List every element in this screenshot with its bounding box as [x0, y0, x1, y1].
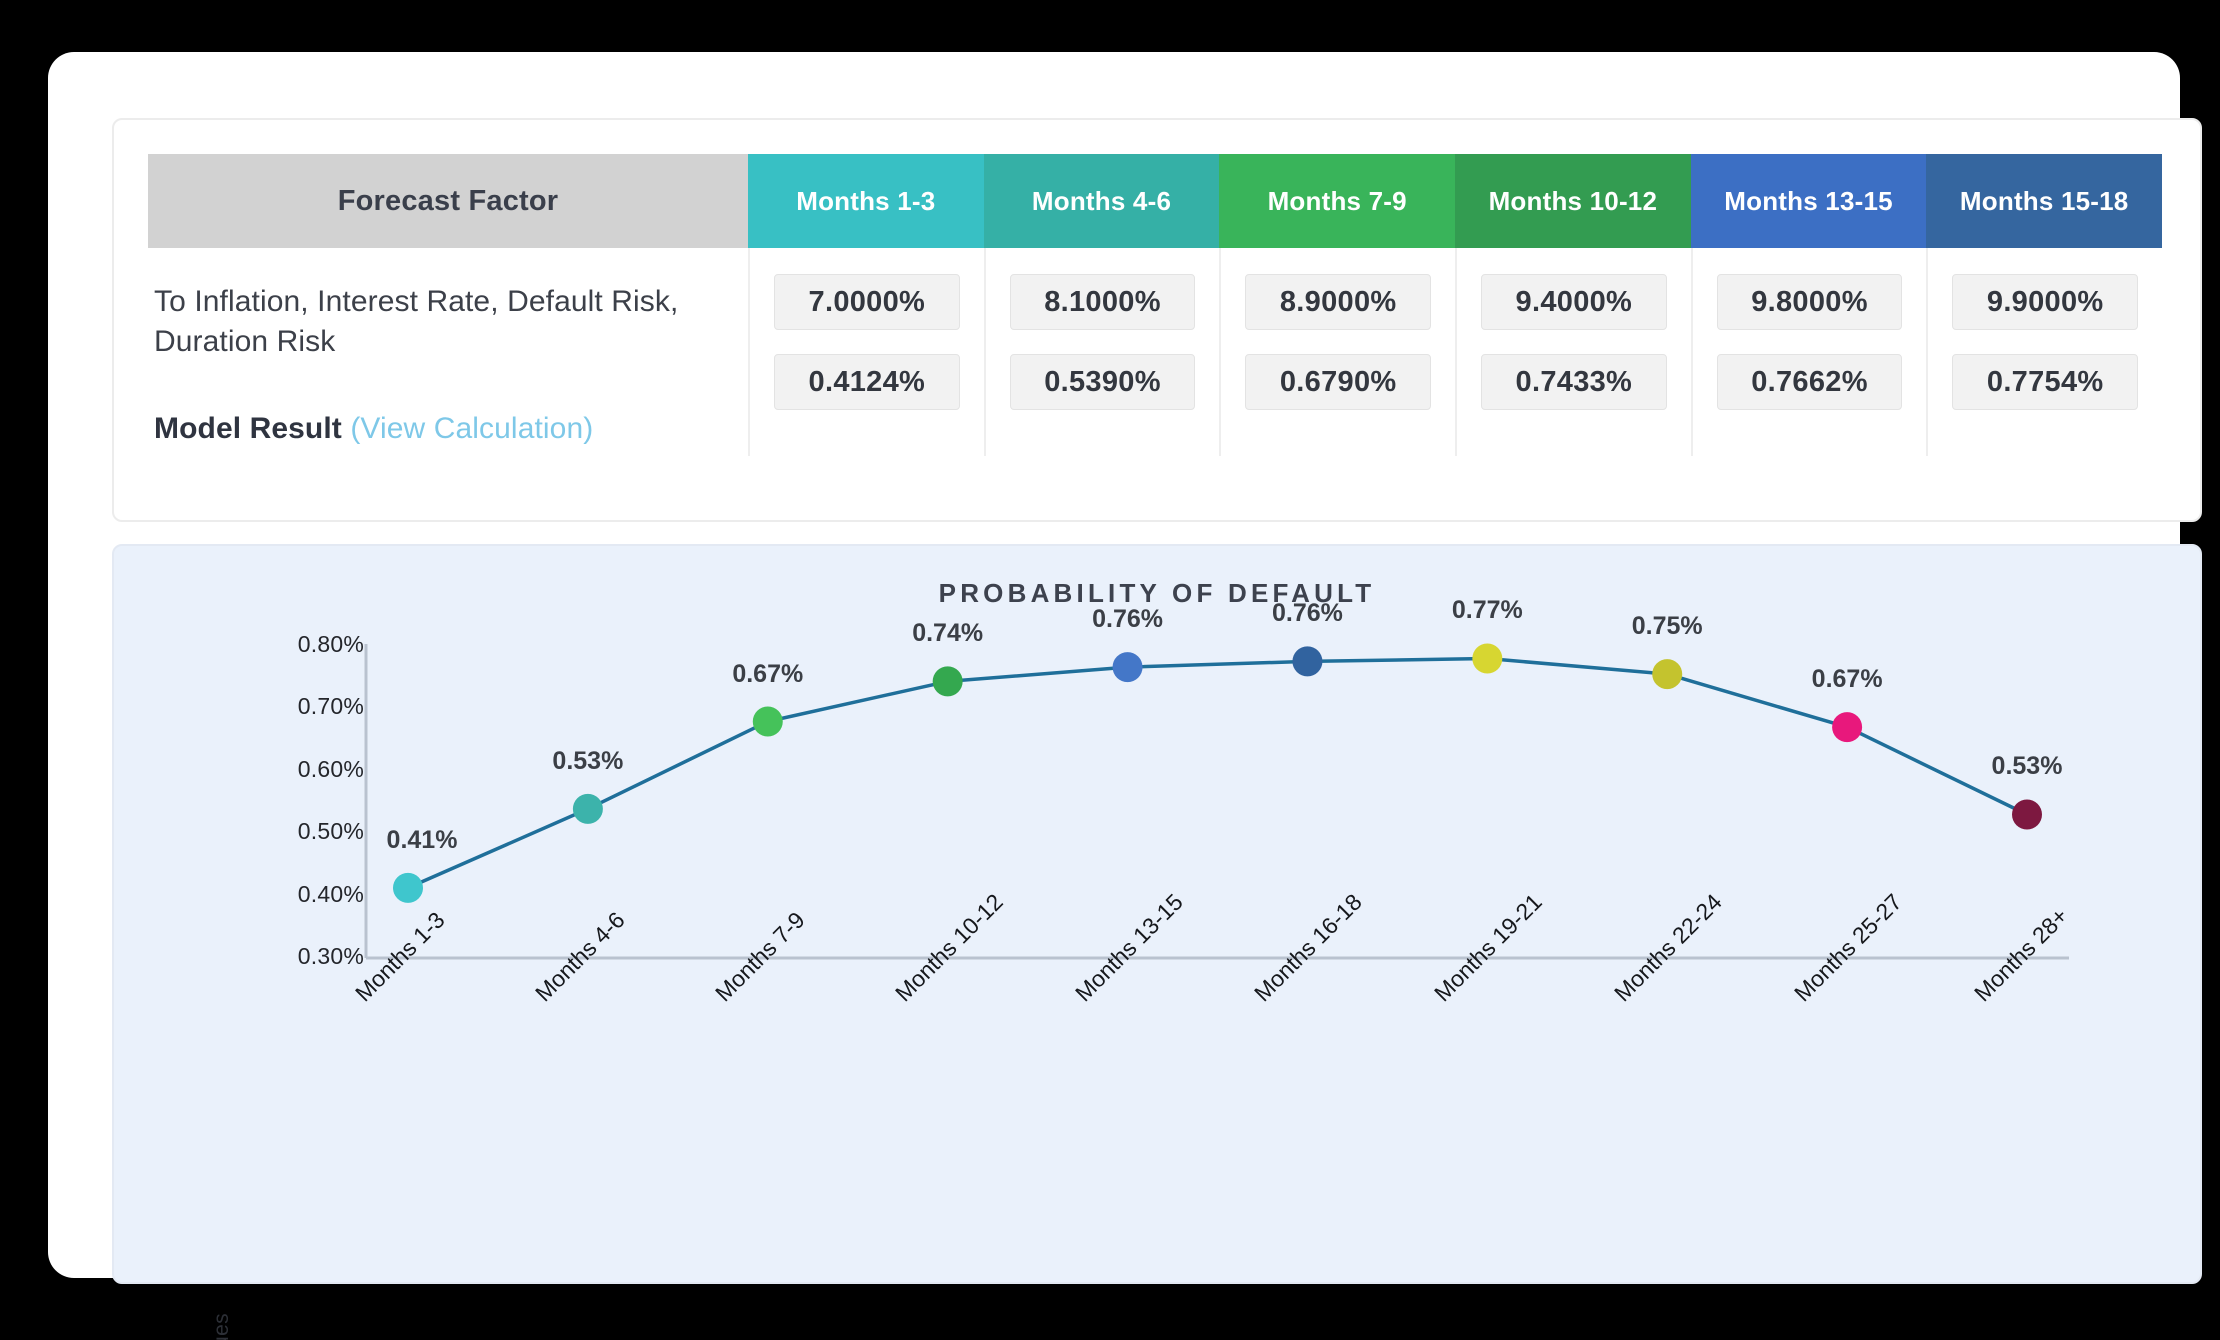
data-point-label: 0.76%	[1092, 605, 1163, 634]
data-point-label: 0.74%	[912, 619, 984, 648]
value-column-5: 9.9000% 0.7754%	[1928, 248, 2162, 456]
header-period-4: Months 13-15	[1690, 154, 1927, 248]
value-cell-r1c1: 0.5390%	[1009, 354, 1196, 410]
value-column-0: 7.0000% 0.4124%	[750, 248, 986, 456]
value-cell-r0c1: 8.1000%	[1009, 274, 1196, 330]
header-forecast-factor: Forecast Factor	[148, 154, 748, 248]
value-cell-r0c0: 7.0000%	[774, 274, 960, 330]
row-label-model-result: Model Result (View Calculation)	[154, 412, 742, 446]
view-calculation-link[interactable]: (View Calculation)	[350, 412, 593, 445]
value-cell-r0c3: 9.4000%	[1481, 274, 1667, 330]
probability-of-default-chart-card: PROBABILITY OF DEFAULT Values 0.30%0.40%…	[112, 544, 2202, 1340]
data-point-label: 0.67%	[1811, 665, 1883, 694]
header-period-3: Months 10-12	[1455, 154, 1691, 248]
chart-y-axis-label: Values	[210, 1313, 234, 1340]
table-body: To Inflation, Interest Rate, Default Ris…	[148, 248, 2162, 456]
header-period-1: Months 4-6	[983, 154, 1220, 248]
value-cell-r0c4: 9.8000%	[1716, 274, 1903, 330]
chart-data-point[interactable]	[2012, 799, 2042, 830]
value-column-3: 9.4000% 0.7433%	[1457, 248, 1693, 456]
header-period-5: Months 15-18	[1926, 154, 2163, 248]
y-tick-label: 0.40%	[297, 880, 364, 907]
value-cell-r0c5: 9.9000%	[1952, 274, 2139, 330]
y-tick-label: 0.80%	[297, 631, 364, 657]
value-column-1: 8.1000% 0.5390%	[986, 248, 1222, 456]
data-point-label: 0.77%	[1451, 596, 1523, 625]
chart-data-point[interactable]	[1292, 646, 1323, 677]
chart-data-point[interactable]	[1472, 643, 1503, 674]
row-label-factor: To Inflation, Interest Rate, Default Ris…	[154, 285, 679, 358]
chart-data-point[interactable]	[752, 706, 783, 737]
header-period-2: Months 7-9	[1219, 154, 1456, 248]
y-tick-label: 0.30%	[297, 943, 364, 969]
chart-data-point[interactable]	[393, 872, 423, 903]
chart-data-point[interactable]	[572, 793, 603, 824]
header-period-0: Months 1-3	[748, 154, 984, 248]
value-columns: 7.0000% 0.4124% 8.1000% 0.5390% 8.9000% …	[748, 248, 2162, 456]
forecast-table: Forecast Factor Months 1-3 Months 4-6 Mo…	[148, 154, 2163, 456]
value-cell-r1c4: 0.7662%	[1716, 354, 1903, 410]
y-tick-label: 0.60%	[297, 755, 364, 782]
value-cell-r0c2: 8.9000%	[1245, 274, 1432, 330]
data-point-label: 0.41%	[386, 825, 458, 854]
chart-data-point[interactable]	[932, 666, 963, 697]
page-frame: Forecast Factor Months 1-3 Months 4-6 Mo…	[48, 52, 2202, 1340]
data-point-label: 0.75%	[1631, 612, 1703, 641]
y-tick-label: 0.70%	[297, 693, 364, 720]
value-cell-r1c2: 0.6790%	[1245, 354, 1432, 410]
value-column-2: 8.9000% 0.6790%	[1221, 248, 1458, 456]
chart-data-point[interactable]	[1652, 659, 1683, 690]
row-label-column: To Inflation, Interest Rate, Default Ris…	[148, 248, 748, 456]
chart-data-point[interactable]	[1832, 712, 1863, 743]
forecast-table-card: Forecast Factor Months 1-3 Months 4-6 Mo…	[112, 118, 2202, 522]
data-point-label: 0.53%	[1991, 752, 2063, 781]
table-header-row: Forecast Factor Months 1-3 Months 4-6 Mo…	[148, 154, 2163, 248]
y-tick-label: 0.50%	[297, 818, 364, 845]
model-result-text: Model Result	[154, 411, 342, 445]
value-cell-r1c5: 0.7754%	[1952, 354, 2139, 410]
value-cell-r1c0: 0.4124%	[774, 354, 960, 410]
screenshot-root: Forecast Factor Months 1-3 Months 4-6 Mo…	[0, 0, 2220, 1340]
chart-data-point[interactable]	[1112, 652, 1143, 683]
data-point-label: 0.67%	[732, 659, 804, 688]
value-cell-r1c3: 0.7433%	[1481, 354, 1667, 410]
data-point-label: 0.76%	[1271, 599, 1343, 628]
value-column-4: 9.8000% 0.7662%	[1693, 248, 1929, 456]
data-point-label: 0.53%	[552, 746, 624, 775]
